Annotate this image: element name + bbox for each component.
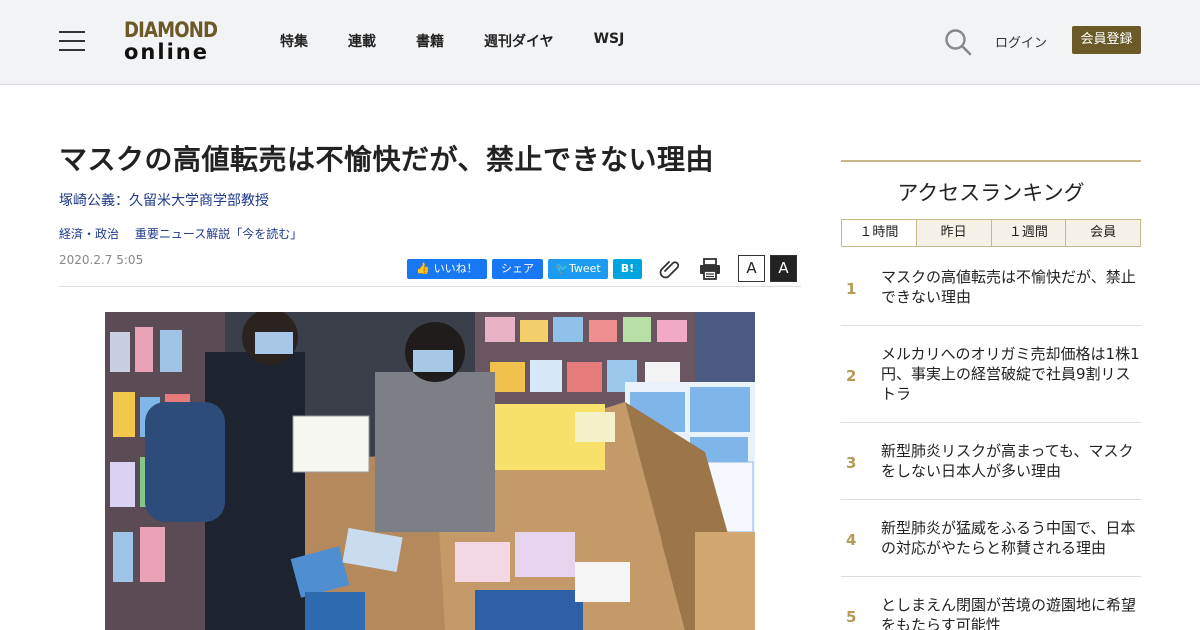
rank-title: マスクの高値転売は不愉快だが、禁止できない理由	[881, 268, 1136, 306]
rank-number: 5	[846, 608, 857, 626]
article-divider	[59, 286, 801, 287]
tweet-button[interactable]: 🐦Tweet	[548, 258, 608, 279]
twitter-bird-icon: 🐦	[555, 261, 569, 275]
nav-item-weekly[interactable]: 週刊ダイヤ	[484, 31, 554, 51]
rank-number: 2	[846, 367, 857, 385]
site-logo[interactable]: DIAMOND online	[124, 20, 228, 66]
font-size-large-button[interactable]: A	[770, 255, 797, 282]
print-icon[interactable]	[698, 257, 722, 281]
share-toolbar: 👍 いいね！ シェア 🐦Tweet B! A A	[407, 255, 802, 282]
menu-icon[interactable]	[59, 31, 85, 51]
article-hero-photo	[105, 312, 755, 630]
facebook-share-button[interactable]: シェア	[492, 258, 543, 279]
rank-title: としまえん閉園が苦境の遊園地に希望をもたらす可能性	[881, 596, 1137, 630]
ranking-tabs: １時間 昨日 １週間 会員	[841, 219, 1141, 247]
facebook-like-button[interactable]: 👍 いいね！	[407, 258, 487, 279]
register-button[interactable]: 会員登録	[1072, 26, 1141, 54]
rank-number: 4	[846, 531, 857, 549]
nav-item-wsj[interactable]: WSJ	[594, 31, 625, 51]
thumbs-up-icon: 👍	[416, 261, 434, 275]
article-title: マスクの高値転売は不愉快だが、禁止できない理由	[59, 143, 714, 176]
ranking-item[interactable]: 2 メルカリへのオリガミ売却価格は1株1円、事実上の経営破綻で社員9割リストラ	[841, 326, 1141, 423]
publish-date: 2020.2.7 5:05	[59, 253, 144, 267]
nav-item-books[interactable]: 書籍	[416, 31, 444, 51]
top-header: DIAMOND online 特集 連載 書籍 週刊ダイヤ WSJ ログイン 会…	[0, 0, 1200, 85]
main-nav: 特集 連載 書籍 週刊ダイヤ WSJ	[280, 31, 664, 51]
nav-item-series[interactable]: 連載	[348, 31, 376, 51]
nav-item-feature[interactable]: 特集	[280, 31, 308, 51]
tab-1-hour[interactable]: １時間	[842, 220, 916, 246]
ranking-item[interactable]: 5 としまえん閉園が苦境の遊園地に希望をもたらす可能性	[841, 577, 1141, 630]
tab-yesterday[interactable]: 昨日	[915, 220, 991, 246]
tab-members[interactable]: 会員	[1065, 220, 1140, 246]
login-link[interactable]: ログイン	[995, 32, 1047, 51]
ranking-item[interactable]: 1 マスクの高値転売は不愉快だが、禁止できない理由	[841, 258, 1141, 326]
ranking-title: アクセスランキング	[897, 181, 1085, 205]
tweet-label: Tweet	[568, 261, 601, 275]
ranking-item[interactable]: 4 新型肺炎が猛威をふるう中国で、日本の対応がやたらと称賛される理由	[841, 500, 1141, 577]
hatena-bookmark-button[interactable]: B!	[613, 258, 642, 279]
tag-economy-politics[interactable]: 経済・政治	[59, 227, 119, 241]
rank-number: 3	[846, 454, 857, 472]
logo-bottom-text: online	[124, 40, 209, 64]
tab-1-week[interactable]: １週間	[990, 220, 1066, 246]
fb-like-label: いいね！	[433, 261, 478, 275]
rank-title: 新型肺炎が猛威をふるう中国で、日本の対応がやたらと称賛される理由	[881, 519, 1136, 557]
rank-title: メルカリへのオリガミ売却価格は1株1円、事実上の経営破綻で社員9割リストラ	[881, 345, 1140, 403]
sidebar-top-rule	[841, 160, 1141, 162]
article-tags: 経済・政治 重要ニュース解説「今を読む」	[59, 225, 314, 242]
font-size-normal-button[interactable]: A	[738, 255, 765, 282]
clip-icon[interactable]	[658, 257, 682, 281]
logo-top-text: DIAMOND	[124, 18, 218, 42]
ranking-item[interactable]: 3 新型肺炎リスクが高まっても、マスクをしない日本人が多い理由	[841, 423, 1141, 500]
tag-news-commentary[interactable]: 重要ニュース解説「今を読む」	[135, 227, 302, 241]
search-icon[interactable]	[944, 28, 972, 56]
mask-store-photo	[105, 312, 755, 630]
rank-number: 1	[846, 280, 857, 298]
rank-title: 新型肺炎リスクが高まっても、マスクをしない日本人が多い理由	[881, 442, 1134, 480]
article-author[interactable]: 塚崎公義：久留米大学商学部教授	[59, 190, 269, 210]
